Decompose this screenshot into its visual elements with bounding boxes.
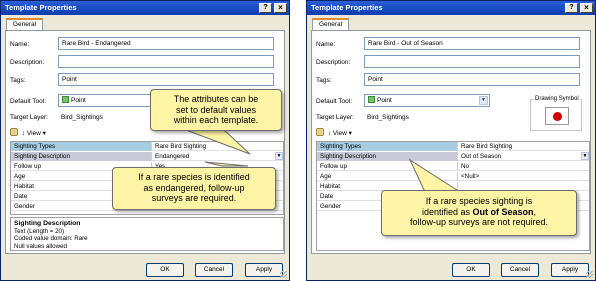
resize-grip-icon[interactable] [280,271,287,278]
attribute-field-name: Sighting Description [11,152,151,161]
field-description-line: Coded value domain: Rare [14,235,88,242]
callout-line: If a rare species sighting is [425,196,533,206]
default-tool-label: Default Tool: [10,98,47,105]
target-layer-value: Bird_Sightings [367,114,409,121]
template-properties-dialog-left: Template Properties ? × General Name: Ra… [0,0,290,281]
attribute-field-value[interactable]: Rare Bird Sighting [151,142,283,151]
default-tool-value: Point [377,97,392,104]
dropdown-arrow-icon[interactable]: ▼ [581,152,589,160]
field-description-box: Sighting Description Text (Length = 20) … [10,217,284,251]
attribute-field-name: Follow up [320,163,347,170]
name-field[interactable]: Rare Bird - Endangered [58,37,274,50]
attribute-field-name: Sighting Description [317,152,457,161]
callout-out-of-season: If a rare species sighting is identified… [381,190,577,236]
attribute-row[interactable]: Sighting Description Out of Season ▼ [317,152,589,161]
attribute-row[interactable]: Age <Null> [317,172,589,181]
apply-button[interactable]: Apply [245,263,283,277]
target-layer-label: Target Layer: [10,114,48,121]
drawing-symbol-swatch[interactable] [545,107,569,125]
dialog-titlebar: Template Properties ? × [307,1,595,15]
callout-endangered: If a rare species is identified as endan… [112,167,276,210]
close-icon[interactable]: × [580,3,593,13]
callout-line: surveys are required. [151,193,237,203]
callout-line: identified as Out of Season, [421,206,537,217]
description-label: Description: [316,59,351,66]
attribute-field-name: Sighting Types [11,142,151,151]
attribute-field-value[interactable]: <Null> [457,172,589,181]
attribute-field-value[interactable]: Rare Bird Sighting [457,142,589,151]
name-label: Name: [10,41,30,48]
view-options-icon[interactable] [10,128,18,136]
name-field[interactable]: Rare Bird - Out of Season [364,37,580,50]
close-icon[interactable]: × [274,3,287,13]
attribute-field-value[interactable]: Endangered ▼ [151,152,283,161]
cancel-button[interactable]: Cancel [501,263,539,277]
cancel-button[interactable]: Cancel [195,263,233,277]
sort-icon[interactable]: ↕ [328,130,331,137]
attribute-row[interactable]: Sighting Types Rare Bird Sighting [11,142,283,151]
dialog-titlebar: Template Properties ? × [1,1,289,15]
target-layer-label: Target Layer: [316,114,354,121]
field-description-title: Sighting Description [14,220,81,227]
attribute-row[interactable]: Sighting Types Rare Bird Sighting [317,142,589,151]
bird-symbol-icon [553,112,562,121]
dropdown-arrow-icon[interactable]: ▼ [479,96,488,105]
template-properties-dialog-right: Template Properties ? × General Name: Ra… [306,0,596,281]
callout-line: The attributes can be [173,94,259,104]
sort-icon[interactable]: ↕ [22,130,25,137]
attribute-field-name: Sighting Types [317,142,457,151]
tags-label: Tags: [10,77,26,84]
view-options-icon[interactable] [316,128,324,136]
resize-grip-icon[interactable] [586,271,593,278]
tags-field[interactable]: Point [58,73,274,86]
attribute-toolbar: ↕ View ▾ [10,128,46,138]
name-label: Name: [316,41,336,48]
field-description-line: Null values allowed [14,242,67,250]
callout-defaults: The attributes can be set to default val… [150,89,282,131]
default-tool-label: Default Tool: [316,98,353,105]
attribute-row[interactable]: Follow up No [317,162,589,171]
description-label: Description: [10,59,45,66]
target-layer-value: Bird_Sightings [61,114,103,121]
field-description-line: Text (Length = 20) [14,227,65,235]
callout-line: within each template. [173,115,259,125]
description-field[interactable] [58,55,274,68]
tags-field[interactable]: Point [364,73,580,86]
attribute-field-name: Age [320,173,332,180]
ok-button[interactable]: OK [452,263,490,277]
tags-label: Tags: [316,77,332,84]
description-field[interactable] [364,55,580,68]
drawing-symbol-label: Drawing Symbol [534,96,580,103]
callout-line: follow-up surveys are not required. [409,217,549,227]
dialog-title: Template Properties [5,3,77,12]
general-panel: Name: Rare Bird - Endangered Description… [5,30,285,254]
help-icon[interactable]: ? [565,3,578,13]
drawing-symbol-group: Drawing Symbol [530,96,582,131]
default-tool-combo[interactable]: Point ▼ [364,94,490,107]
attribute-field-value[interactable]: No [457,162,589,171]
callout-line: as endangered, follow-up [143,182,245,193]
point-tool-icon [62,96,69,103]
view-button[interactable]: View ▾ [333,129,352,139]
point-tool-icon [368,96,375,103]
dropdown-arrow-icon[interactable]: ▼ [275,152,283,160]
default-tool-value: Point [71,97,86,104]
help-icon[interactable]: ? [259,3,272,13]
callout-line: If a rare species is identified [138,172,250,182]
attribute-row[interactable]: Sighting Description Endangered ▼ [11,152,283,161]
dialog-title: Template Properties [311,3,383,12]
attribute-field-value[interactable]: Out of Season ▼ [457,152,589,161]
apply-button[interactable]: Apply [551,263,589,277]
view-button[interactable]: View ▾ [27,129,46,139]
attribute-toolbar: ↕ View ▾ [316,128,352,138]
callout-line: set to default values [175,104,257,115]
ok-button[interactable]: OK [146,263,184,277]
